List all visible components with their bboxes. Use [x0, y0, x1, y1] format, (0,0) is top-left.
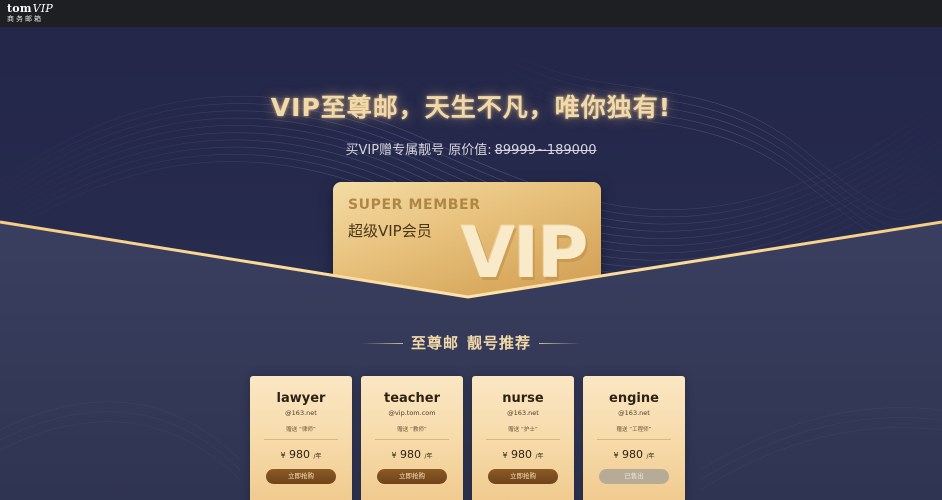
- section-title-line-right: [539, 343, 582, 344]
- section-title-line-left: [360, 343, 403, 344]
- price-value: 980: [622, 448, 644, 461]
- price-value: 980: [511, 448, 533, 461]
- product-gift: 赠送 “教师”: [397, 427, 427, 433]
- hero-subtitle-prefix: 买VIP赠专属靓号 原价值:: [345, 143, 492, 158]
- price-value: 980: [400, 448, 422, 461]
- product-card-nurse: nurse @163.net 赠送 “护士” ¥ 980 /年 立即抢购: [472, 376, 574, 500]
- product-divider: [486, 439, 560, 440]
- price-unit: /年: [424, 453, 433, 460]
- product-divider: [597, 439, 671, 440]
- product-gift: 赠送 “护士”: [508, 427, 538, 433]
- product-domain: @vip.tom.com: [388, 409, 436, 417]
- product-price: ¥ 980 /年: [472, 448, 574, 461]
- product-price: ¥ 980 /年: [250, 448, 352, 461]
- logo-main-text: tom: [7, 2, 32, 15]
- product-price: ¥ 980 /年: [361, 448, 463, 461]
- product-domain: @163.net: [285, 409, 317, 417]
- product-divider: [264, 439, 338, 440]
- hero-title: VIP至尊邮，天生不凡，唯你独有!: [270, 93, 672, 122]
- product-card-teacher: teacher @vip.tom.com 赠送 “教师” ¥ 980 /年 立即…: [361, 376, 463, 500]
- product-card-lawyer: lawyer @163.net 赠送 “律师” ¥ 980 /年 立即抢购: [250, 376, 352, 500]
- top-bar: tomVIP 商务邮箱: [0, 0, 942, 27]
- product-card-engine: engine @163.net 赠送 “工程师” ¥ 980 /年 已售出: [583, 376, 685, 500]
- product-divider: [375, 439, 449, 440]
- price-value: 980: [289, 448, 311, 461]
- sold-out-button[interactable]: 已售出: [599, 469, 669, 484]
- logo-subtitle: 商务邮箱: [7, 15, 43, 23]
- price-unit: /年: [646, 453, 655, 460]
- section-title-left: 至尊邮: [410, 334, 459, 352]
- product-name: nurse: [502, 391, 544, 406]
- original-price-range: 89999~189000: [494, 143, 597, 158]
- card-member-name: 超级VIP会员: [348, 222, 432, 240]
- tom-vip-logo[interactable]: tomVIP 商务邮箱: [7, 3, 53, 23]
- card-tagline: SUPER MEMBER: [348, 197, 481, 213]
- price-unit: /年: [313, 453, 322, 460]
- product-gift: 赠送 “律师”: [286, 427, 316, 433]
- card-vip-watermark: VIP: [461, 212, 589, 294]
- super-vip-card: SUPER MEMBER 超级VIP会员 VIP: [333, 182, 601, 302]
- page: tomVIP 商务邮箱 VIP至尊邮，天生不凡，唯你独有! 买VIP赠专属靓号 …: [0, 0, 942, 500]
- buy-now-button[interactable]: 立即抢购: [377, 469, 447, 484]
- logo-vip-text: VIP: [32, 2, 53, 15]
- buy-now-button[interactable]: 立即抢购: [266, 469, 336, 484]
- product-name: lawyer: [276, 391, 326, 406]
- hero-subtitle: 买VIP赠专属靓号 原价值: 89999~189000: [0, 139, 942, 158]
- section-title-right: 靓号推荐: [467, 334, 532, 352]
- product-domain: @163.net: [618, 409, 650, 417]
- product-list: lawyer @163.net 赠送 “律师” ¥ 980 /年 立即抢购 te…: [250, 376, 690, 500]
- currency-symbol: ¥: [613, 451, 619, 460]
- product-name: engine: [609, 391, 659, 406]
- logo-wordmark: tomVIP: [7, 3, 53, 14]
- product-price: ¥ 980 /年: [583, 448, 685, 461]
- currency-symbol: ¥: [280, 451, 286, 460]
- price-unit: /年: [535, 453, 544, 460]
- product-gift: 赠送 “工程师”: [616, 427, 652, 433]
- section-title: 至尊邮 靓号推荐: [0, 332, 942, 353]
- currency-symbol: ¥: [502, 451, 508, 460]
- product-name: teacher: [384, 391, 440, 406]
- product-domain: @163.net: [507, 409, 539, 417]
- buy-now-button[interactable]: 立即抢购: [488, 469, 558, 484]
- currency-symbol: ¥: [391, 451, 397, 460]
